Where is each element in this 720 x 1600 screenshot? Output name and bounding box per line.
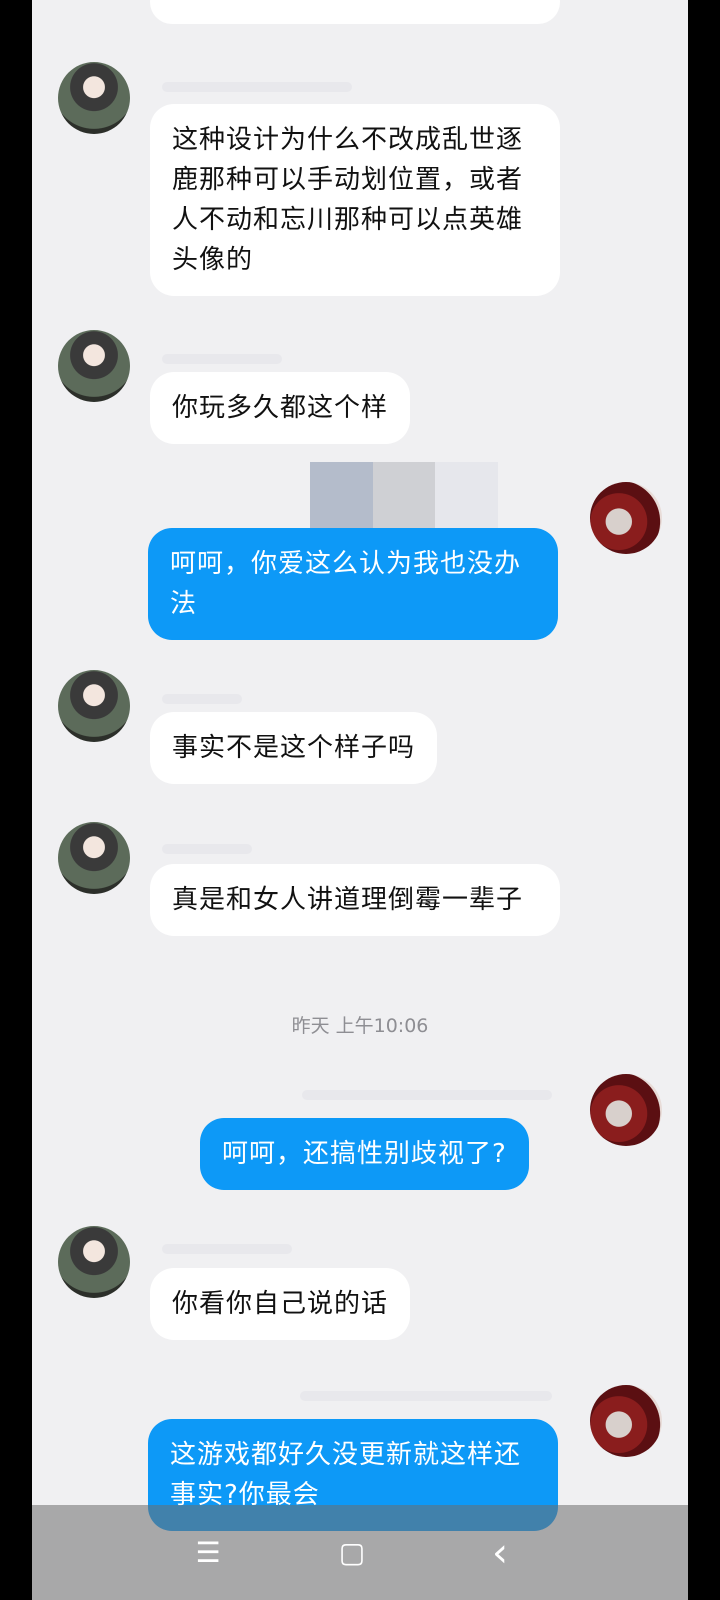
incoming-bubble[interactable]: 你看你自己说的话	[150, 1268, 411, 1340]
sender-name	[162, 694, 242, 704]
user-avatar[interactable]	[590, 1074, 662, 1146]
outgoing-bubble[interactable]: 呵呵，还搞性别歧视了?	[200, 1118, 529, 1190]
user-avatar[interactable]	[590, 482, 662, 554]
outgoing-bubble[interactable]: 呵呵，你爱这么认为我也没办法	[148, 528, 558, 640]
sender-name	[162, 354, 282, 364]
chat-screen: 这种设计为什么不改成乱世逐鹿那种可以手动划位置，或者人不动和忘川那种可以点英雄头…	[32, 0, 688, 1600]
contact-avatar[interactable]	[58, 1226, 130, 1298]
blurred-username	[310, 462, 499, 528]
user-avatar[interactable]	[590, 1385, 662, 1457]
incoming-bubble[interactable]: 这种设计为什么不改成乱世逐鹿那种可以手动划位置，或者人不动和忘川那种可以点英雄头…	[150, 104, 560, 296]
contact-avatar[interactable]	[58, 62, 130, 134]
contact-avatar[interactable]	[58, 670, 130, 742]
sender-name	[302, 1090, 552, 1100]
incoming-bubble[interactable]: 真是和女人讲道理倒霉一辈子	[150, 864, 560, 936]
partial-message-bubble[interactable]	[150, 0, 560, 24]
home-icon[interactable]: ▢	[332, 1533, 372, 1573]
contact-avatar[interactable]	[58, 822, 130, 894]
back-icon[interactable]: ‹	[480, 1533, 520, 1573]
contact-avatar[interactable]	[58, 330, 130, 402]
sender-name	[162, 1244, 292, 1254]
system-navigation-bar: ☰ ▢ ‹	[32, 1505, 688, 1600]
sender-name	[162, 82, 352, 92]
menu-icon[interactable]: ☰	[188, 1533, 228, 1573]
timestamp-divider: 昨天 上午10:06	[291, 1015, 429, 1037]
sender-name	[300, 1391, 552, 1401]
incoming-bubble[interactable]: 你玩多久都这个样	[150, 372, 411, 444]
sender-name	[162, 844, 252, 854]
incoming-bubble[interactable]: 事实不是这个样子吗	[150, 712, 438, 784]
